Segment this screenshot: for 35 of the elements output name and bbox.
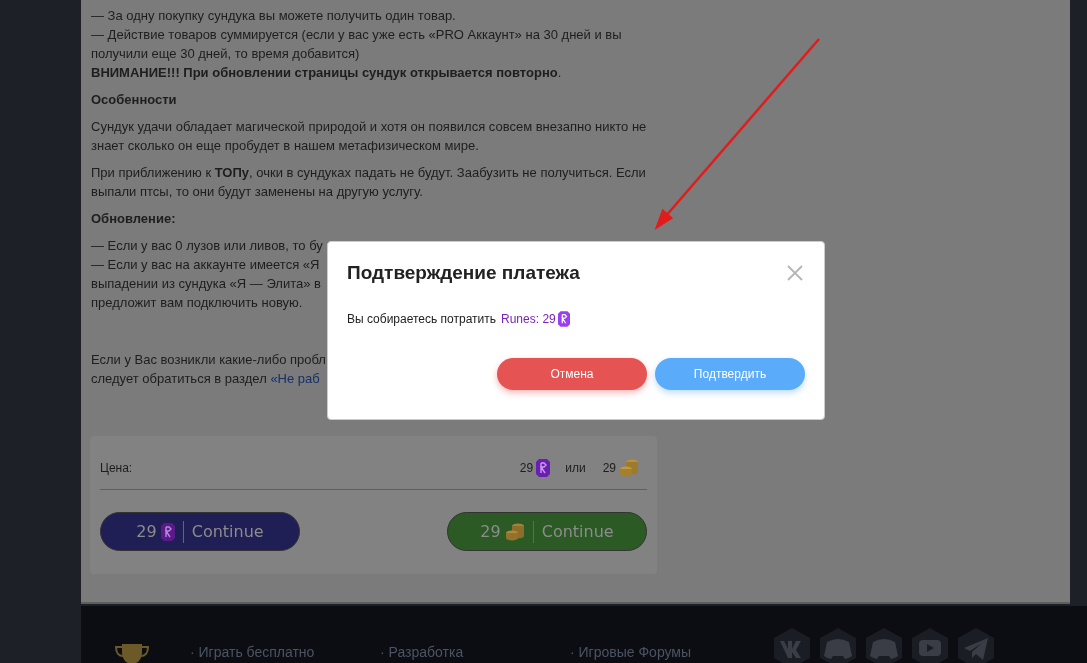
paragraph-text: следует обратиться в раздел xyxy=(91,370,268,388)
dialog-message: Вы собираетесь потратить xyxy=(347,312,497,326)
rune-icon xyxy=(160,522,175,541)
rune-price: 29 xyxy=(519,461,534,475)
paragraph-text: — Действие товаров суммируется (если у вас уже есть «PRO Аккаунт» на 30 дней и вы получили еще 30 дней, то время добавится) xyxy=(91,26,623,63)
coins-icon xyxy=(619,459,639,477)
coins-icon xyxy=(504,522,525,541)
footer-link[interactable]: · Игровые Форумы xyxy=(570,644,692,660)
rune-icon xyxy=(536,459,551,477)
price-label: Цена: xyxy=(100,461,133,475)
section-heading: Особенности xyxy=(91,91,178,109)
trophy-icon xyxy=(112,642,152,663)
or-text: или xyxy=(565,461,586,475)
cancel-button[interactable]: Отмена xyxy=(497,358,647,390)
paragraph-text: — Если у вас на аккаунте имеется «Я xyxy=(91,256,320,274)
footer-link[interactable]: · Разработка xyxy=(380,644,464,660)
paragraph-text: ВНИМАНИЕ!!! При обновлении страницы сундук открывается повторно. xyxy=(91,64,563,82)
rune-icon xyxy=(557,311,570,327)
close-icon[interactable] xyxy=(787,265,803,281)
paragraph-text: При приближению к ТОПу, очки в сундуках падать не будут. Заабузить не получиться. Если выпали птсы, то они будут заменены на другую услугу. xyxy=(91,164,647,201)
footer-link[interactable]: · Играть бесплатно xyxy=(190,644,315,660)
confirm-button[interactable]: Подтвердить xyxy=(655,358,805,390)
paragraph-text: выпадении из сундука «Я — Элита» в xyxy=(91,275,321,293)
runes-amount: Runes: 29 xyxy=(501,312,556,326)
section-heading: Обновление: xyxy=(91,210,177,228)
paragraph-text: Если у Вас возникли какие-либо пробл xyxy=(91,351,326,369)
continue-button[interactable]: 29 Continue xyxy=(100,512,300,551)
paragraph-text: предложит вам подключить новую. xyxy=(91,294,303,312)
section-link[interactable]: «Не раб xyxy=(270,369,320,388)
continue-button[interactable]: 29 Continue xyxy=(447,512,647,551)
paragraph-text: — За одну покупку сундука вы можете получить один товар. xyxy=(91,7,457,25)
paragraph-text: Сундук удачи обладает магической природой и хотя он появился совсем внезапно никто не знает сколько он еще пробудет в нашем метафизическом мире. xyxy=(91,118,648,155)
paragraph-text: — Если у вас 0 лузов или ливов, то бу xyxy=(91,237,323,255)
coins-price: 29 xyxy=(602,461,616,475)
dialog-title: Подтверждение платежа xyxy=(347,262,580,284)
